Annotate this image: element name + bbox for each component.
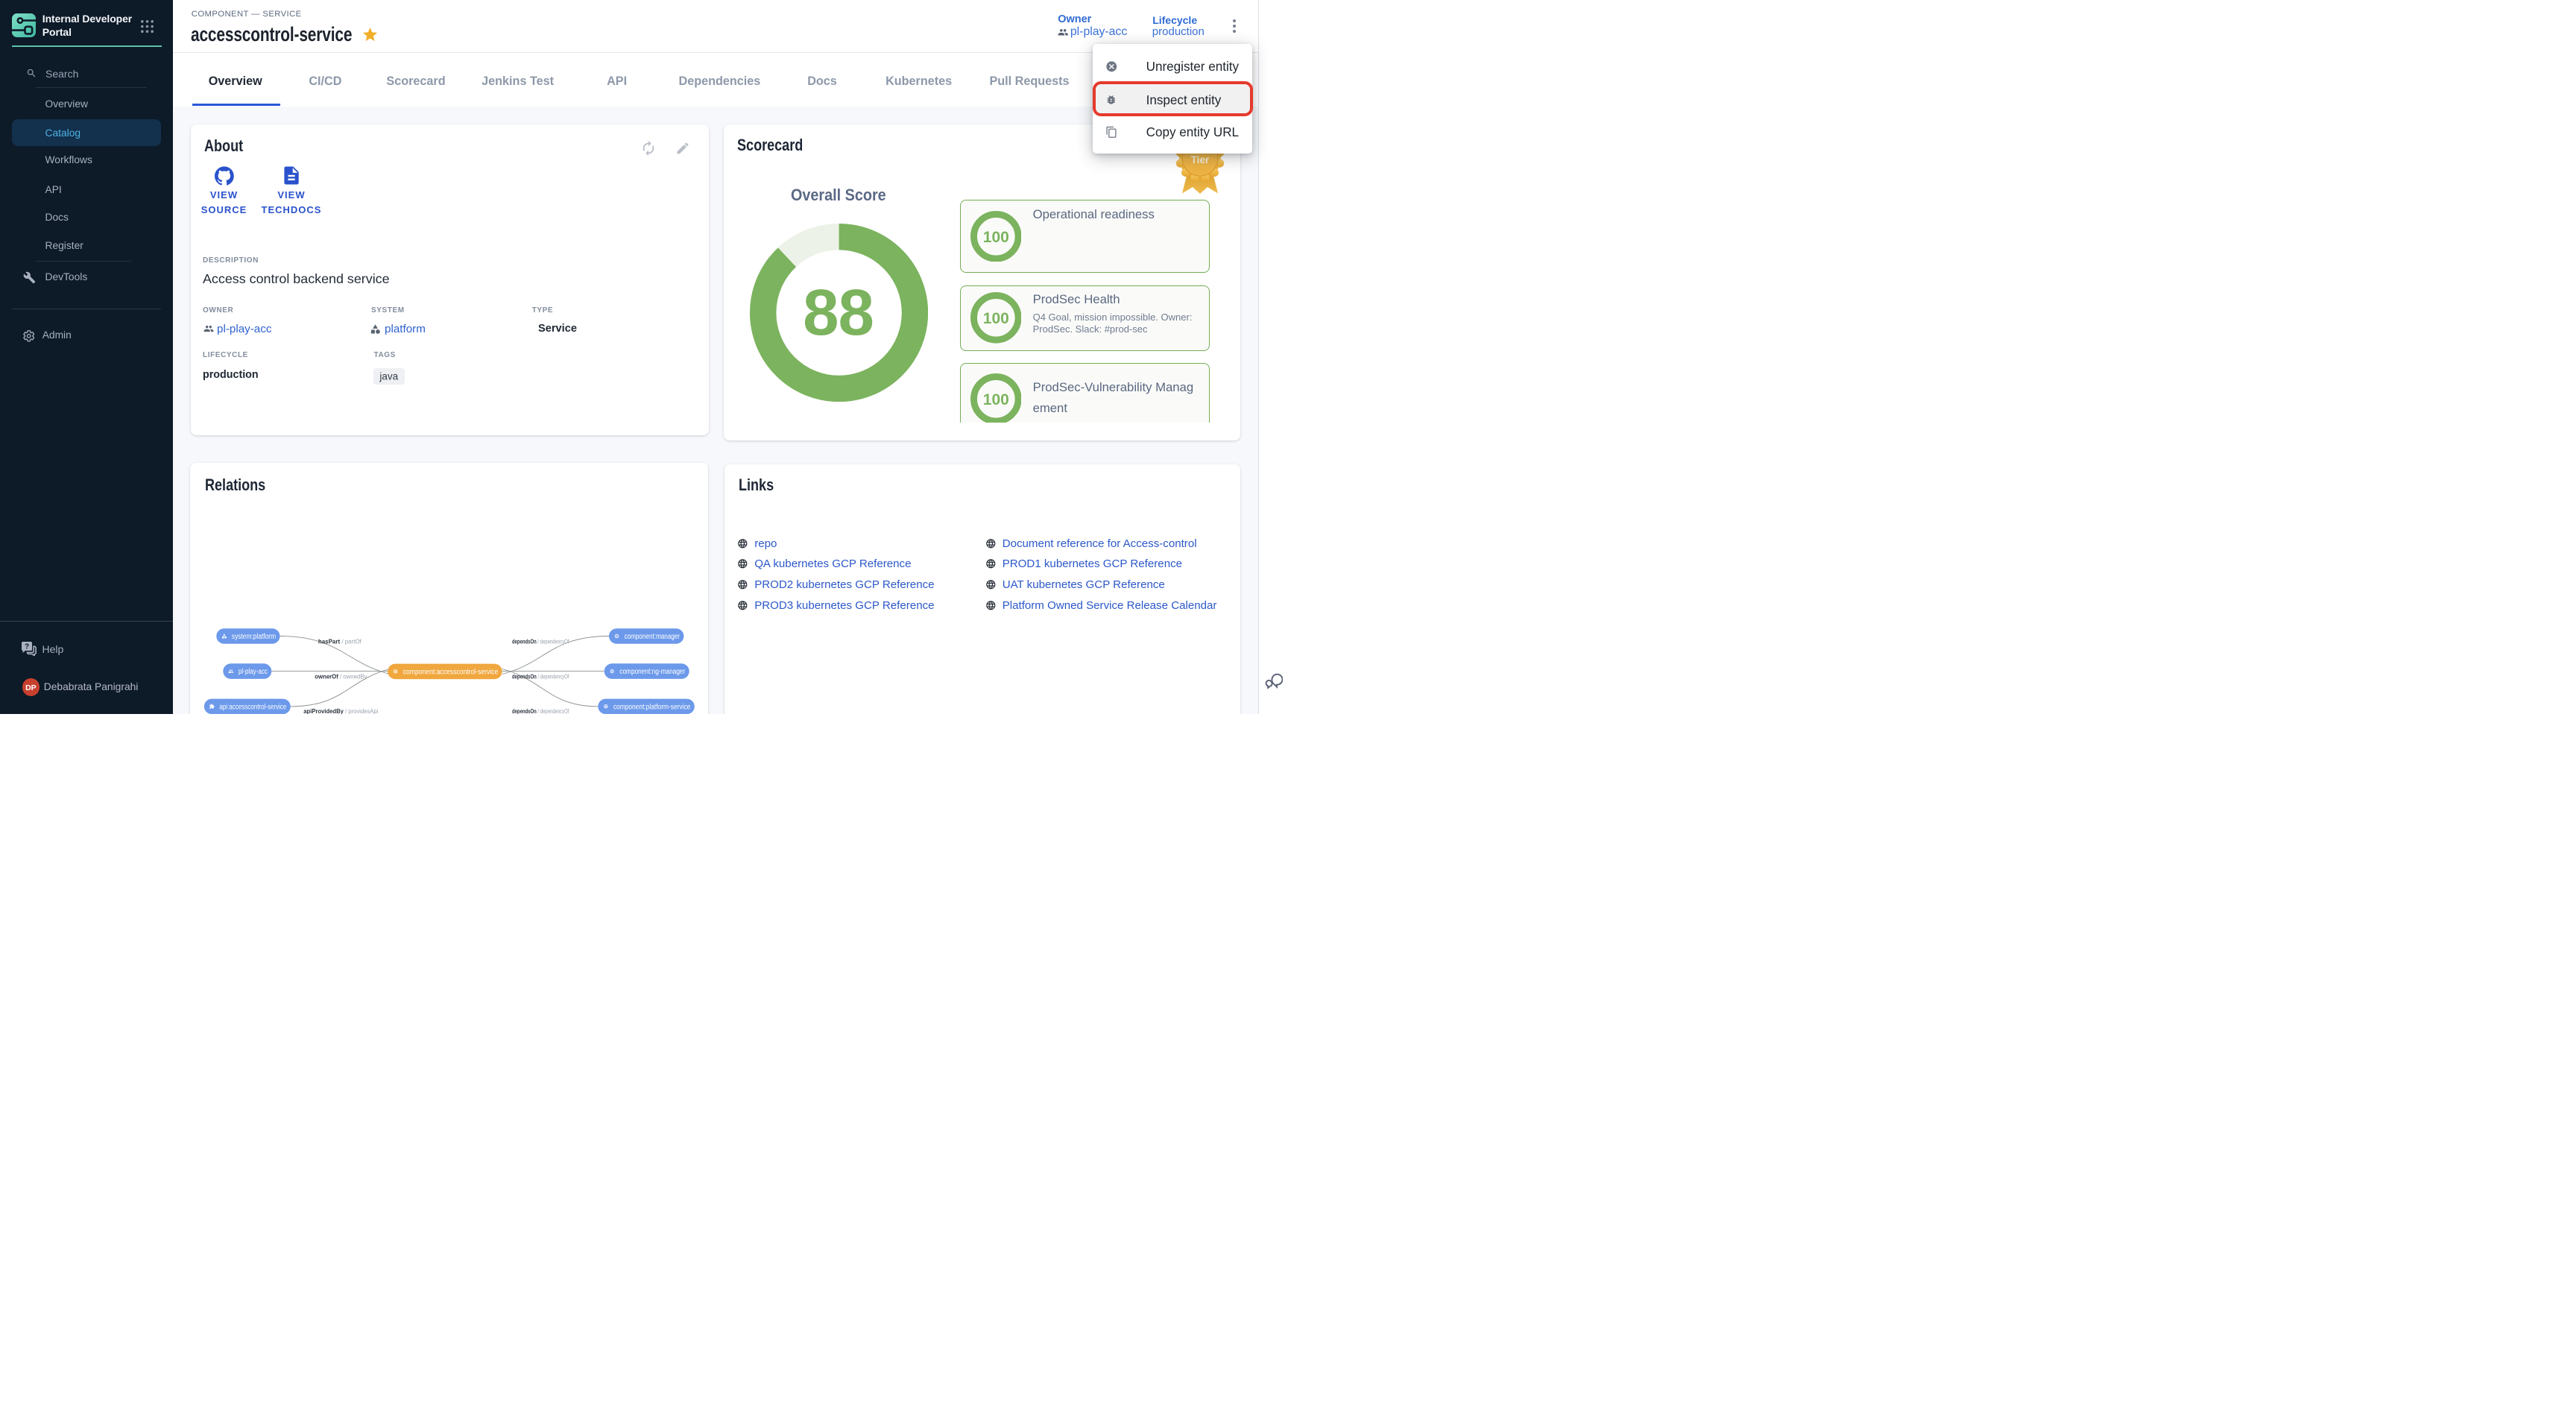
svg-text:100: 100 [982,391,1008,408]
svg-text:component:platform-service: component:platform-service [613,703,691,711]
svg-text:component:manager: component:manager [624,633,680,641]
svg-text:?: ? [25,643,29,651]
svg-text:100: 100 [982,310,1008,327]
svg-text:Tier: Tier [1191,154,1210,165]
svg-text:api:accesscontrol-service: api:accesscontrol-service [219,703,286,711]
svg-text:100: 100 [982,228,1008,245]
svg-text:dependsOn / dependencyOf: dependsOn / dependencyOf [512,638,569,645]
svg-text:hasPart / partOf: hasPart / partOf [318,638,362,645]
svg-text:ownerOf / ownedBy: ownerOf / ownedBy [315,672,367,680]
svg-text:dependsOn / dependencyOf: dependsOn / dependencyOf [512,707,569,714]
svg-text:component:accesscontrol-servic: component:accesscontrol-service [402,668,498,676]
svg-text:system:platform: system:platform [232,633,276,641]
svg-text:component:ng-manager: component:ng-manager [619,668,686,676]
svg-text:apiProvidedBy / providesApi: apiProvidedBy / providesApi [303,707,378,714]
svg-text:dependsOn / dependencyOf: dependsOn / dependencyOf [512,672,569,680]
svg-text:pl-play-acc: pl-play-acc [239,668,268,676]
